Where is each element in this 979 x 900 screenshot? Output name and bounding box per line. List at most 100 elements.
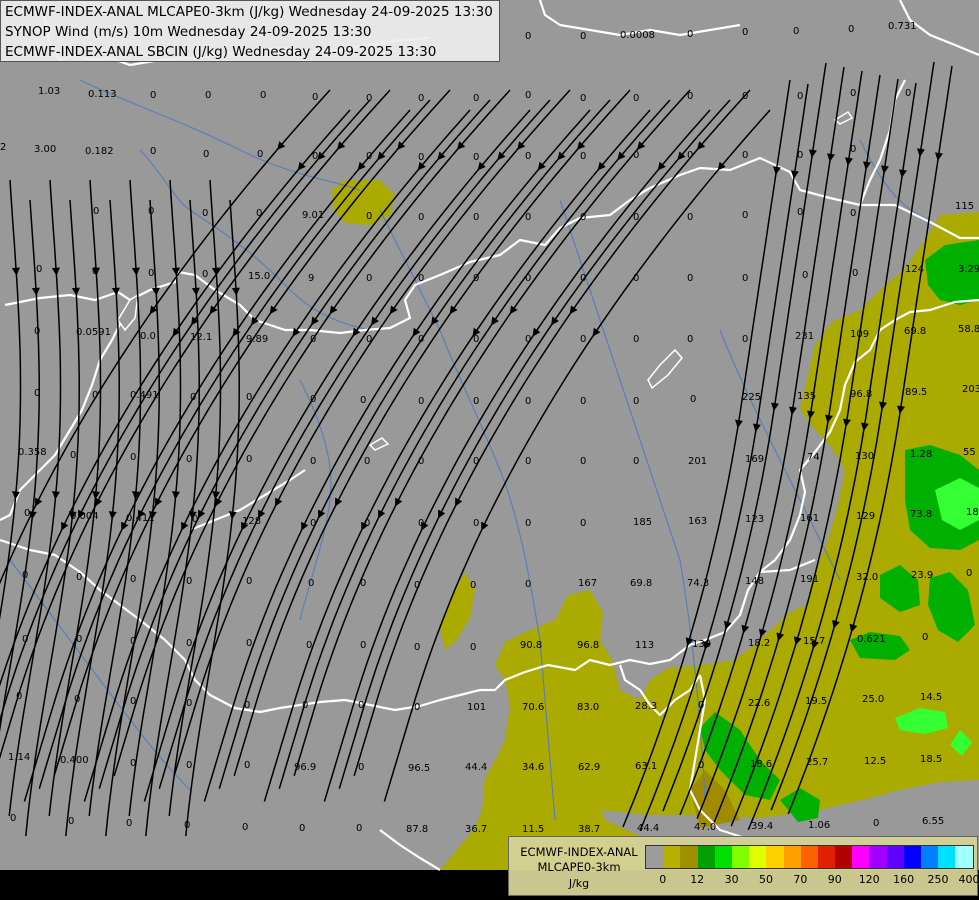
wind-arrowhead xyxy=(772,166,781,175)
lake xyxy=(368,437,390,451)
wind-arrowhead xyxy=(551,316,559,326)
map-header: ECMWF-INDEX-ANAL MLCAPE0-3km (J/kg) Wedn… xyxy=(0,0,500,62)
header-line-wind: SYNOP Wind (m/s) 10m Wednesday 24-09-202… xyxy=(5,24,372,40)
wind-arrowhead xyxy=(734,419,743,429)
wind-streamline xyxy=(0,89,331,585)
wind-arrowhead xyxy=(209,305,218,315)
legend-tick-label: 30 xyxy=(724,873,739,886)
legend-swatch xyxy=(749,846,767,868)
wind-arrowhead xyxy=(51,267,60,276)
wind-arrowhead xyxy=(431,316,439,326)
header-line-cape: ECMWF-INDEX-ANAL MLCAPE0-3km (J/kg) Wedn… xyxy=(5,4,493,20)
wind-streamline xyxy=(145,199,200,837)
wind-streamline xyxy=(143,109,531,802)
wind-streamline xyxy=(0,109,351,687)
wind-arrowhead xyxy=(389,305,398,315)
wind-arrowhead xyxy=(11,267,20,276)
legend-tick-label: 12 xyxy=(690,873,705,886)
map-canvas[interactable] xyxy=(0,0,979,900)
wind-arrowhead xyxy=(52,491,60,500)
wind-arrowhead xyxy=(916,148,925,157)
legend-swatch xyxy=(714,846,732,868)
cape-shading xyxy=(332,180,979,870)
wind-arrowhead xyxy=(371,316,379,326)
border xyxy=(899,0,979,57)
wind-streamline xyxy=(0,199,40,733)
wind-arrowhead xyxy=(532,327,541,337)
legend-tick-label: 160 xyxy=(893,873,915,886)
legend-swatch xyxy=(817,846,836,868)
wind-arrowhead xyxy=(131,267,140,276)
wind-arrowhead xyxy=(844,157,853,166)
lake xyxy=(117,293,139,332)
wind-arrowhead xyxy=(703,641,711,651)
lake xyxy=(647,348,683,390)
wind-arrowhead xyxy=(826,153,835,162)
legend-tick-label: 50 xyxy=(759,873,773,886)
legend-title-line1: ECMWF-INDEX-ANAL xyxy=(520,845,638,859)
legend-unit: J/kg xyxy=(568,877,590,890)
legend-swatch xyxy=(886,846,904,868)
wind-arrowhead xyxy=(91,267,100,276)
legend-tick-label: 90 xyxy=(827,873,842,886)
river xyxy=(299,379,332,621)
wind-arrowhead xyxy=(232,327,241,337)
legend-title: ECMWF-INDEX-ANAL MLCAPE0-3km xyxy=(513,845,645,875)
legend-tick-label: 250 xyxy=(927,873,949,886)
legend-tick-label: 120 xyxy=(858,873,880,886)
wind-arrowhead xyxy=(352,327,361,337)
legend-swatch xyxy=(921,846,939,868)
wind-arrowhead xyxy=(251,316,259,326)
wind-arrowhead xyxy=(151,287,160,296)
wind-arrowhead xyxy=(449,305,458,315)
border xyxy=(538,0,741,37)
wind-arrowhead xyxy=(898,169,907,178)
wind-arrowhead xyxy=(472,327,481,337)
wind-arrowhead xyxy=(412,327,421,337)
border xyxy=(379,829,441,871)
legend-swatch xyxy=(766,846,784,868)
wind-arrowhead xyxy=(862,161,871,170)
legend-tick-labels: 0 12 30 50 70 90 120 160 250 400 xyxy=(645,873,979,889)
wind-arrowhead xyxy=(569,305,578,315)
wind-arrowhead xyxy=(269,305,278,315)
legend-title-line2: MLCAPE0-3km xyxy=(537,860,621,874)
wind-arrowhead xyxy=(329,305,338,315)
wind-arrowhead xyxy=(31,287,40,296)
wind-arrowhead xyxy=(789,406,797,416)
legend-swatch xyxy=(852,846,870,868)
legend-swatch xyxy=(903,846,921,868)
legend-swatch xyxy=(869,846,887,868)
legend-swatch xyxy=(663,846,681,868)
wind-arrowhead xyxy=(934,152,943,161)
legend-tick-label: 0 xyxy=(659,873,667,886)
legend-swatch xyxy=(955,846,973,868)
legend-swatch xyxy=(646,846,664,868)
legend-tick-label: 70 xyxy=(793,873,808,886)
wind-arrowhead xyxy=(771,402,779,412)
weather-map-viewer: 1.03 0.113 0 0 0 0 0 0 0 0 0 0 0 0 0 0 0 0 0 0.0008 0 0 0 0 0.73… xyxy=(0,0,979,900)
legend-swatch xyxy=(835,846,853,868)
wind-arrowhead xyxy=(808,149,817,158)
legend-swatch xyxy=(783,846,801,868)
wind-arrowhead xyxy=(741,624,750,634)
wind-arrowhead xyxy=(491,316,499,326)
wind-arrowhead xyxy=(191,287,200,296)
legend-swatch xyxy=(800,846,818,868)
wind-arrowhead xyxy=(509,305,518,315)
cape-area-south-low xyxy=(440,590,650,870)
legend-swatch xyxy=(697,846,715,868)
wind-arrowhead xyxy=(592,327,601,337)
header-line-cin: ECMWF-INDEX-ANAL SBCIN (J/kg) Wednesday … xyxy=(5,44,437,60)
wind-streamline xyxy=(0,179,22,621)
legend-swatch xyxy=(680,846,698,868)
wind-arrowhead xyxy=(752,423,761,433)
legend-tick-label: 400 xyxy=(958,873,979,886)
legend-color-scale xyxy=(645,845,974,869)
wind-arrowhead xyxy=(880,165,889,174)
wind-arrowhead xyxy=(231,287,240,296)
color-legend: ECMWF-INDEX-ANAL MLCAPE0-3km J/kg 0 12 30 5… xyxy=(508,836,979,896)
legend-swatch xyxy=(731,846,750,868)
wind-arrowhead xyxy=(172,491,180,500)
legend-swatch xyxy=(938,846,956,868)
